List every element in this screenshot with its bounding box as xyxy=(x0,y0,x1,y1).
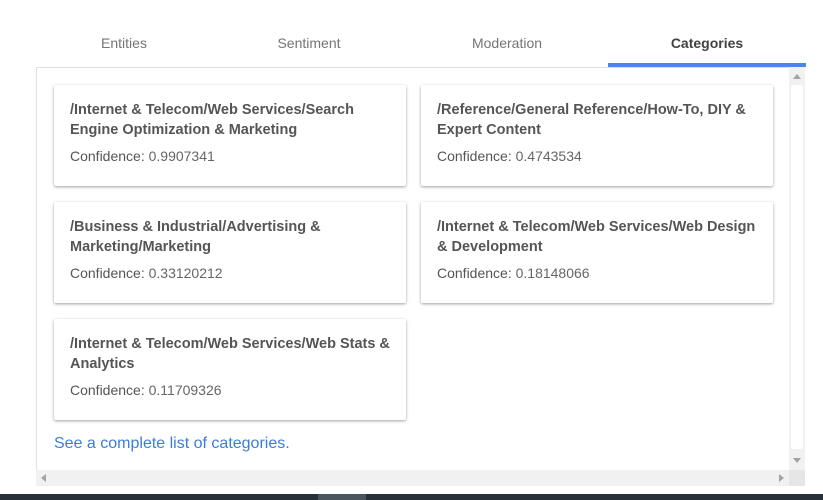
tab-bar: Entities Sentiment Moderation Categories xyxy=(36,22,806,68)
horizontal-scrollbar[interactable] xyxy=(36,470,789,486)
categories-panel: /Internet & Telecom/Web Services/Search … xyxy=(36,67,790,471)
confidence-value: 0.4743534 xyxy=(515,148,582,164)
scroll-up-arrow-icon[interactable] xyxy=(793,74,801,79)
category-name: /Internet & Telecom/Web Services/Web Des… xyxy=(437,219,756,255)
taskbar xyxy=(0,494,823,500)
tab-categories[interactable]: Categories xyxy=(608,22,806,68)
confidence-label: Confidence: xyxy=(70,265,145,281)
category-card: /Business & Industrial/Advertising & Mar… xyxy=(54,202,406,303)
category-card: /Reference/General Reference/How-To, DIY… xyxy=(421,85,773,186)
scroll-left-arrow-icon[interactable] xyxy=(41,474,46,482)
category-card: /Internet & Telecom/Web Services/Web Sta… xyxy=(54,319,406,420)
confidence-value: 0.9907341 xyxy=(148,148,215,164)
scrollbar-corner xyxy=(789,470,805,486)
category-name: /Reference/General Reference/How-To, DIY… xyxy=(437,102,746,138)
tab-moderation[interactable]: Moderation xyxy=(406,22,608,68)
confidence-label: Confidence: xyxy=(70,382,145,398)
confidence-row: Confidence: 0.18148066 xyxy=(437,264,757,282)
confidence-row: Confidence: 0.33120212 xyxy=(70,264,390,282)
confidence-label: Confidence: xyxy=(437,265,512,281)
category-name: /Internet & Telecom/Web Services/Web Sta… xyxy=(70,336,390,372)
confidence-value: 0.18148066 xyxy=(515,265,590,281)
confidence-row: Confidence: 0.11709326 xyxy=(70,381,390,399)
category-name: /Business & Industrial/Advertising & Mar… xyxy=(70,219,321,255)
scroll-down-arrow-icon[interactable] xyxy=(793,458,801,463)
category-card: /Internet & Telecom/Web Services/Web Des… xyxy=(421,202,773,303)
categories-list-link[interactable]: See a complete list of categories. xyxy=(54,435,290,453)
category-card: /Internet & Telecom/Web Services/Search … xyxy=(54,85,406,186)
confidence-label: Confidence: xyxy=(70,148,145,164)
vertical-scroll-thumb[interactable] xyxy=(791,85,803,449)
confidence-value: 0.33120212 xyxy=(148,265,223,281)
confidence-row: Confidence: 0.4743534 xyxy=(437,147,757,165)
confidence-label: Confidence: xyxy=(437,148,512,164)
tab-entities[interactable]: Entities xyxy=(36,22,212,68)
vertical-scrollbar[interactable] xyxy=(789,67,805,470)
confidence-row: Confidence: 0.9907341 xyxy=(70,147,390,165)
scroll-right-arrow-icon[interactable] xyxy=(779,474,784,482)
tab-sentiment[interactable]: Sentiment xyxy=(212,22,406,68)
taskbar-item[interactable] xyxy=(318,494,366,500)
category-name: /Internet & Telecom/Web Services/Search … xyxy=(70,102,354,138)
confidence-value: 0.11709326 xyxy=(148,382,222,398)
